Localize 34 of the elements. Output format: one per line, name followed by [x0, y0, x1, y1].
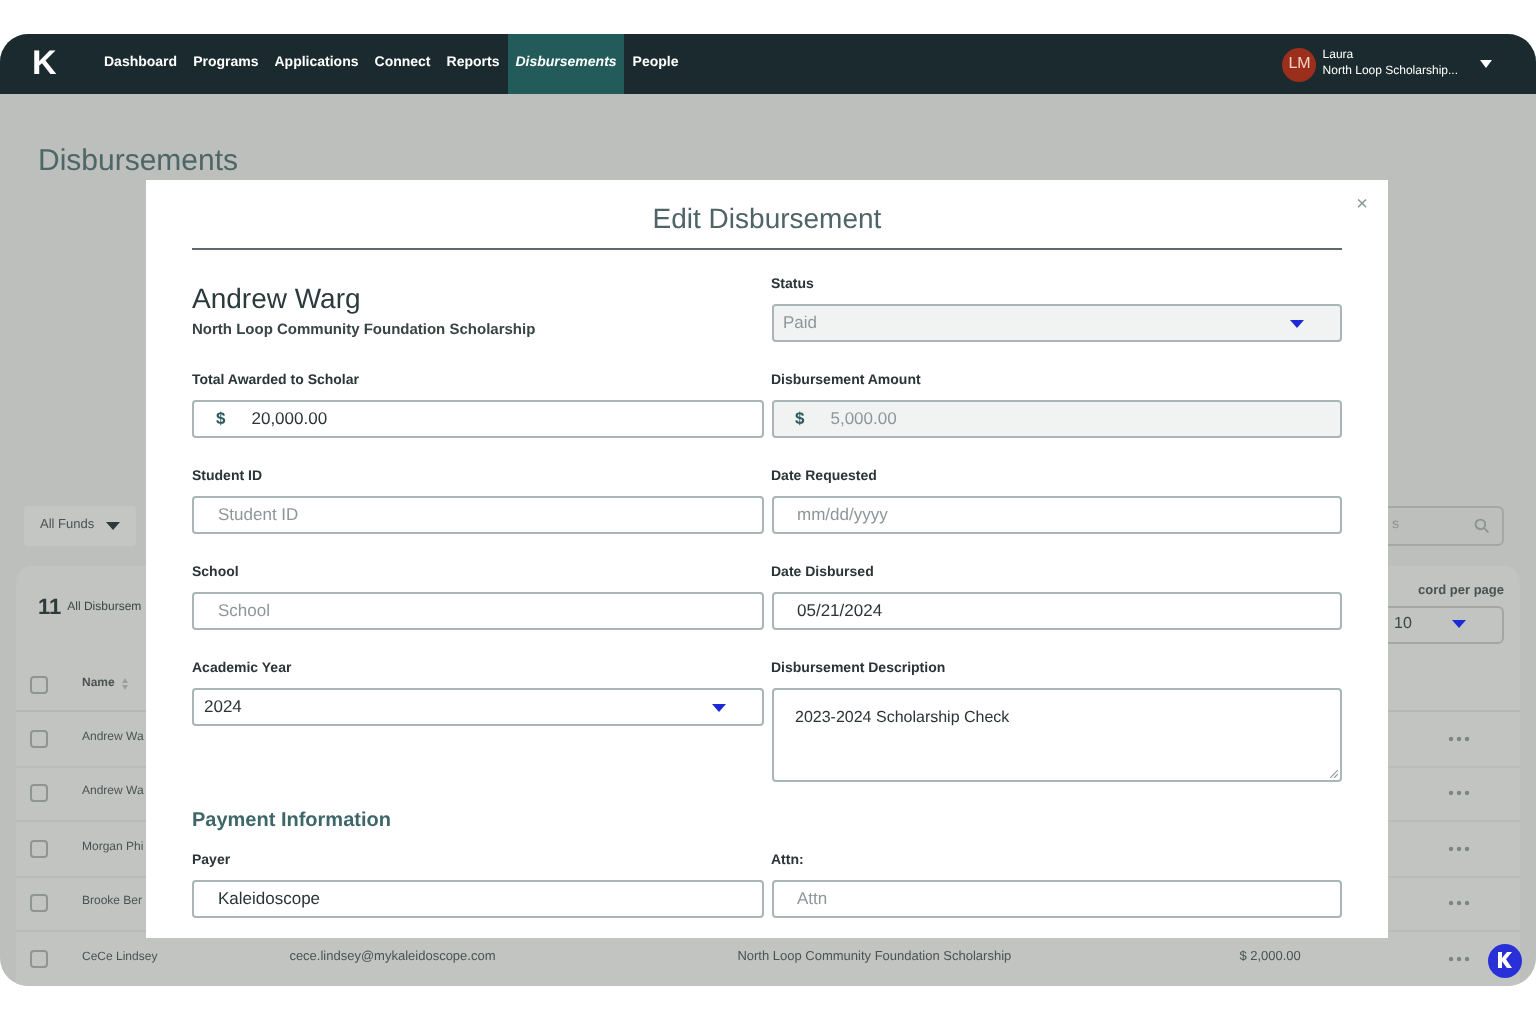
more-options-icon[interactable] — [1448, 900, 1470, 907]
scholar-name: Andrew Warg — [192, 282, 363, 314]
more-options-icon[interactable] — [1448, 790, 1470, 797]
logo[interactable]: K — [32, 38, 76, 90]
amount-field[interactable]: $ 20,000.00 — [192, 400, 763, 438]
checkbox[interactable] — [30, 784, 48, 803]
more-options-icon[interactable] — [1448, 955, 1470, 962]
checkbox[interactable] — [30, 949, 48, 968]
select-field[interactable]: 2024 — [192, 688, 763, 726]
more-options-icon[interactable] — [1448, 845, 1470, 852]
record-count: 11 — [38, 593, 62, 624]
more-options-icon[interactable] — [1448, 735, 1470, 742]
dollar-sign: $ — [795, 406, 805, 432]
k-logo-icon — [1498, 952, 1512, 968]
checkbox[interactable] — [30, 839, 48, 858]
input-field[interactable]: Kaleidoscope — [192, 880, 763, 918]
caret-icon — [1290, 319, 1304, 327]
caret-icon — [711, 703, 725, 711]
dollar-sign: $ — [216, 406, 226, 432]
checkbox[interactable] — [30, 675, 48, 693]
description-field[interactable]: 2023-2024 Scholarship Check — [771, 688, 1342, 782]
section-heading: Payment Information — [192, 810, 393, 834]
dialog-title: Edit Disbursement — [652, 200, 882, 238]
page-title: Disbursements — [38, 144, 241, 180]
checkbox[interactable] — [30, 729, 48, 748]
input-field[interactable]: 05/21/2024 — [771, 592, 1342, 630]
resize-grip-icon — [1330, 770, 1338, 778]
caret-icon[interactable] — [1480, 60, 1492, 68]
caret-icon — [106, 522, 121, 530]
user-avatar[interactable]: LM — [1282, 47, 1317, 81]
sort-icon[interactable] — [122, 678, 129, 690]
caret-icon — [1452, 620, 1466, 629]
checkbox[interactable] — [30, 894, 48, 913]
search-icon — [1474, 518, 1490, 534]
